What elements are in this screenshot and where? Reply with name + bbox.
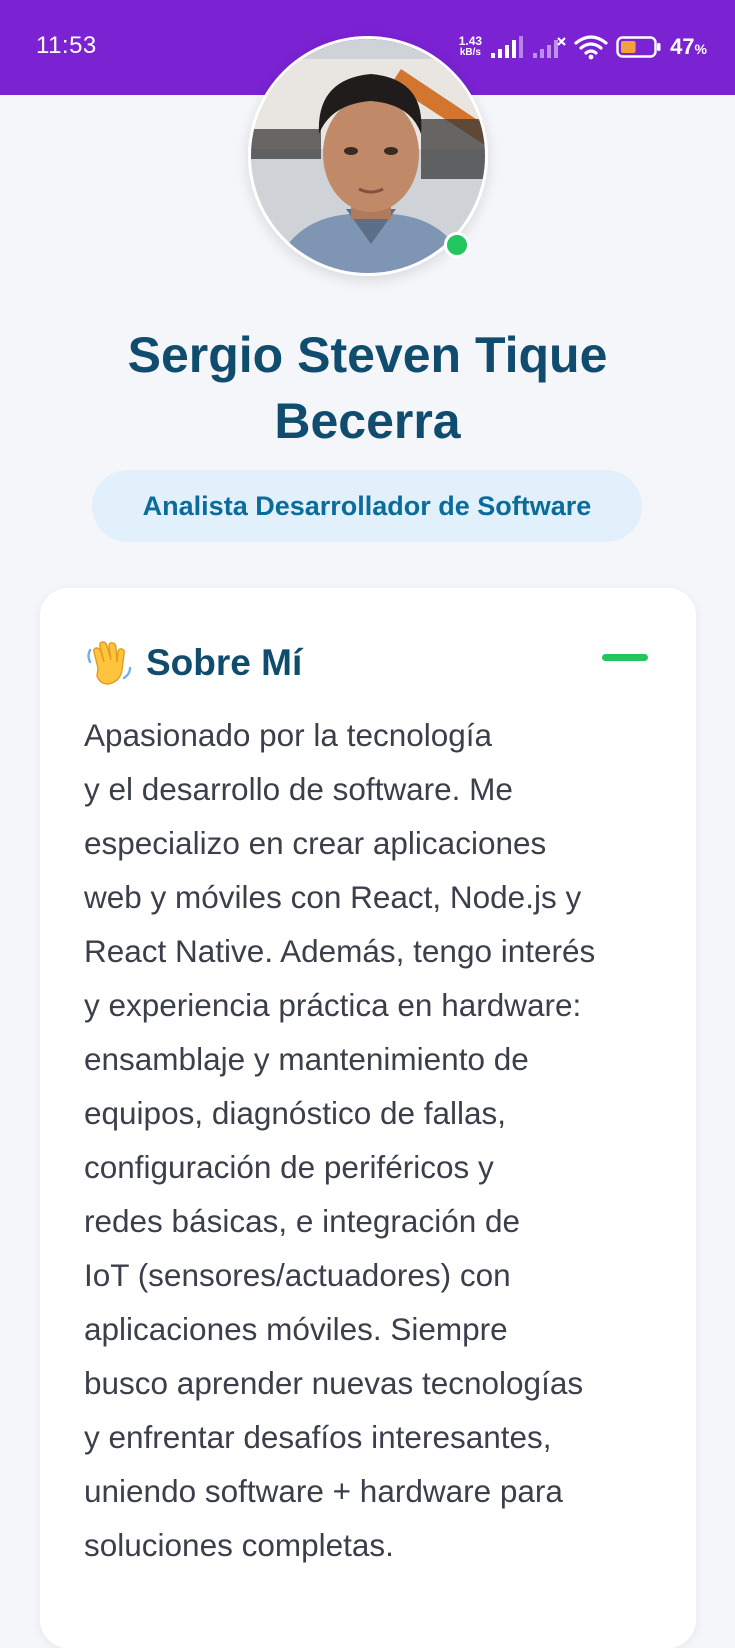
about-card: Sobre Mí Apasionado por la tecnología y …: [40, 588, 696, 1648]
profile-name: Sergio Steven Tique Becerra: [127, 327, 608, 449]
status-time: 11:53: [36, 32, 97, 59]
status-icons: 1.43 kB/s 47%: [459, 30, 707, 64]
battery-percentage: 47%: [670, 34, 707, 59]
about-text-line: y experiencia práctica en hardware:: [84, 987, 582, 1023]
about-text-line: configuración de periféricos y: [84, 1149, 494, 1185]
about-text-line: uniendo software + hardware para: [84, 1473, 563, 1509]
about-text-line: ensamblaje y mantenimiento de: [84, 1041, 529, 1077]
minus-icon: [602, 653, 648, 661]
profile-avatar-container: [248, 36, 488, 276]
battery-icon: [616, 36, 661, 58]
role-badge: Analista Desarrollador de Software: [92, 470, 642, 542]
about-title: Sobre Mí: [146, 642, 303, 683]
about-text-line: aplicaciones móviles. Siempre: [84, 1311, 508, 1347]
about-text-line: y el desarrollo de software. Me: [84, 771, 513, 807]
about-text-line: especializo en crear aplicaciones: [84, 825, 547, 861]
about-text-line: React Native. Además, tengo interés: [84, 933, 596, 969]
about-text-line: soluciones completas.: [84, 1527, 394, 1563]
about-text-line: busco aprender nuevas tecnologías: [84, 1365, 584, 1401]
wifi-icon: [574, 35, 608, 60]
about-text-line: web y móviles con React, Node.js y: [84, 879, 582, 915]
about-text-line: y enfrentar desafíos interesantes,: [84, 1419, 552, 1455]
about-text-line: equipos, diagnóstico de fallas,: [84, 1095, 507, 1131]
online-status-indicator: [444, 232, 470, 258]
about-text-line: IoT (sensores/actuadores) con: [84, 1257, 511, 1293]
collapse-toggle-button[interactable]: [602, 650, 648, 664]
signal-no-service-icon: [533, 37, 566, 58]
signal-icon: [491, 36, 524, 58]
waving-hand-icon: [87, 641, 132, 685]
about-text-line: Apasionado por la tecnología: [84, 717, 493, 753]
about-text-line: redes básicas, e integración de: [84, 1203, 521, 1239]
about-card-header: Sobre Mí: [84, 638, 302, 688]
about-text: Apasionado por la tecnología y el desarr…: [84, 708, 654, 1572]
